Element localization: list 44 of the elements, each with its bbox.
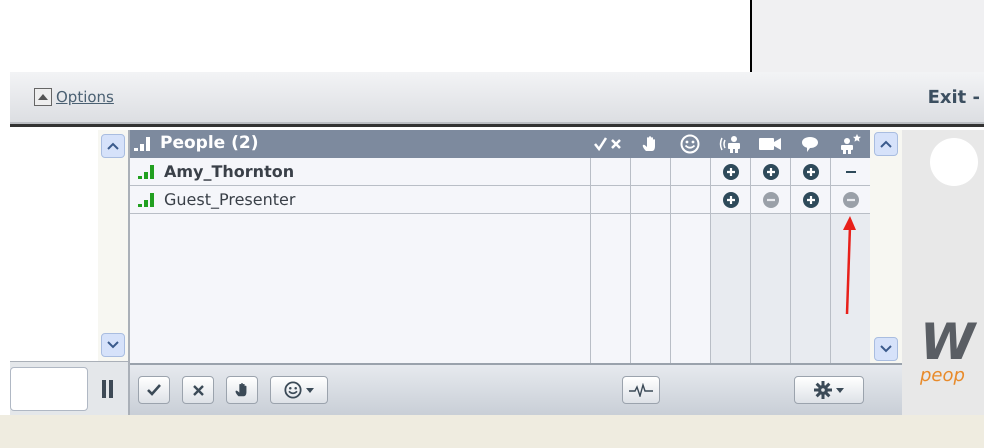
plus-circle-icon[interactable]: [722, 164, 738, 180]
person-star-icon: [839, 134, 861, 154]
smiley-icon: [284, 381, 302, 399]
scroll-up-button[interactable]: [101, 134, 125, 158]
cross-button[interactable]: [182, 376, 214, 404]
message-input[interactable]: [10, 366, 88, 410]
check-button[interactable]: [138, 376, 170, 404]
logo-mark: W: [919, 317, 978, 367]
participant-name[interactable]: Guest_Presenter: [164, 188, 296, 212]
check-icon: [147, 384, 161, 396]
chat-bubble-icon: [801, 136, 819, 152]
settings-button[interactable]: [794, 376, 864, 404]
plus-circle-icon[interactable]: [762, 164, 778, 180]
logo-tagline: peop: [919, 367, 966, 385]
raise-hand-button[interactable]: [226, 376, 258, 404]
chevron-up-icon: [880, 140, 892, 148]
signal-bars-icon: [138, 164, 156, 180]
signal-bars-icon: [134, 136, 152, 152]
audio-meter-button[interactable]: [622, 376, 660, 404]
scroll-down-button[interactable]: [101, 333, 125, 357]
caret-icon: [306, 388, 314, 392]
caret-icon: [836, 388, 844, 392]
scroll-down-button[interactable]: [874, 337, 898, 361]
options-link[interactable]: Options: [56, 86, 114, 108]
smiley-icon: [680, 134, 700, 154]
speaking-person-icon: [718, 135, 742, 153]
plus-circle-icon[interactable]: [802, 192, 818, 208]
pause-icon[interactable]: [102, 380, 114, 398]
settings-icon: [814, 381, 832, 399]
chevron-up-icon: [107, 142, 119, 150]
chevron-down-icon: [880, 345, 892, 353]
waveform-icon: [629, 383, 653, 397]
camera-icon: [759, 137, 781, 151]
plus-circle-icon[interactable]: [722, 192, 738, 208]
expand-up-icon[interactable]: [34, 88, 52, 106]
close-icon: [192, 384, 204, 396]
panel-title: People (2): [160, 132, 258, 156]
chevron-down-icon: [107, 341, 119, 349]
signal-bars-icon: [138, 192, 156, 208]
exit-label[interactable]: Exit -: [928, 84, 984, 110]
plus-circle-icon[interactable]: [802, 164, 818, 180]
participant-name[interactable]: Amy_Thornton: [164, 160, 294, 184]
scroll-up-button[interactable]: [874, 132, 898, 156]
emoticon-button[interactable]: [270, 376, 328, 404]
